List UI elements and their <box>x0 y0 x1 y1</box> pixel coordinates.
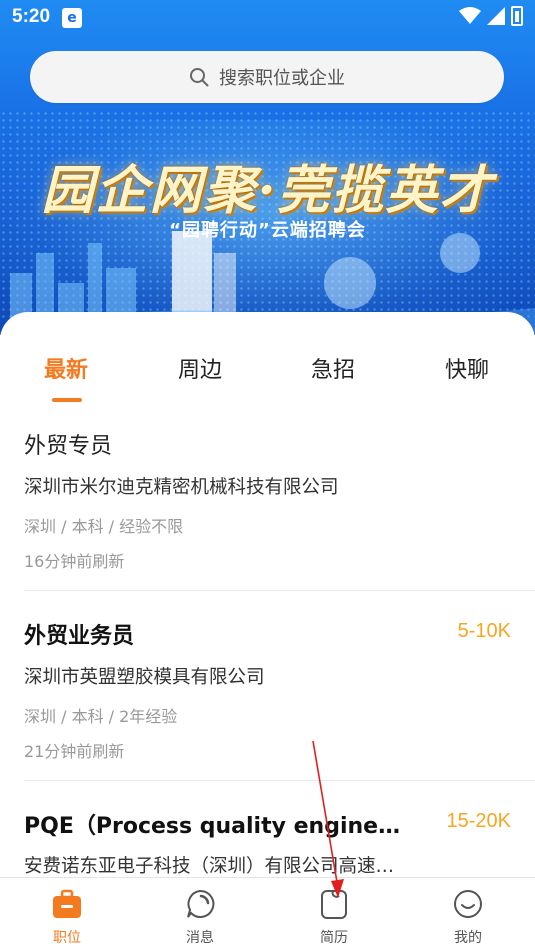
signal-icon <box>487 7 505 25</box>
nav-label: 简历 <box>320 930 348 946</box>
job-salary: 15-20K <box>446 810 512 832</box>
job-refresh-time: 21分钟前刷新 <box>24 742 125 761</box>
nav-jobs[interactable]: 职位 <box>27 878 107 951</box>
banner-subtitle: “园聘行动”云端招聘会 <box>169 220 366 241</box>
divider <box>24 780 535 781</box>
browser-icon: e <box>62 8 82 28</box>
job-company: 深圳市米尔迪克精密机械科技有限公司 <box>24 477 339 498</box>
nav-label: 消息 <box>186 930 214 946</box>
search-icon <box>190 68 209 87</box>
job-card[interactable]: PQE（Process quality engine… 15-20K 安费诺东亚… <box>0 804 535 877</box>
nav-label: 职位 <box>53 930 81 946</box>
promo-banner[interactable]: 园企网聚·莞揽英才 “园聘行动”云端招聘会 <box>0 118 535 333</box>
job-meta: 深圳 / 本科 / 经验不限 <box>24 517 184 536</box>
status-bar: 5:20 e <box>0 0 535 36</box>
chat-icon <box>187 889 215 918</box>
nav-label: 我的 <box>454 930 482 946</box>
resume-icon <box>321 890 347 919</box>
nav-profile[interactable]: 我的 <box>428 878 508 951</box>
hero-header: 5:20 e 搜索职位或企业 园企网聚·莞揽英才 “园聘行动”云端招聘会 <box>0 0 535 335</box>
status-icons <box>459 6 523 26</box>
job-meta: 深圳 / 本科 / 2年经验 <box>24 707 178 726</box>
nav-resume[interactable]: 简历 <box>294 878 374 951</box>
search-placeholder: 搜索职位或企业 <box>219 68 345 89</box>
bottom-nav: 职位 消息 简历 我的 <box>0 877 535 951</box>
briefcase-icon <box>53 889 81 918</box>
banner-title: 园企网聚·莞揽英才 <box>41 160 494 221</box>
nav-messages[interactable]: 消息 <box>160 878 240 951</box>
job-company: 安费诺东亚电子科技（深圳）有限公司高速… <box>24 856 395 877</box>
job-company: 深圳市英盟塑胶模具有限公司 <box>24 667 265 688</box>
job-title: PQE（Process quality engine… <box>24 814 401 839</box>
battery-icon <box>511 6 523 26</box>
tab-latest[interactable]: 最新 <box>44 352 88 384</box>
job-salary: 5-10K <box>457 620 511 642</box>
tab-indicator <box>52 398 82 402</box>
job-card[interactable]: 外贸专员 深圳市米尔迪克精密机械科技有限公司 深圳 / 本科 / 经验不限 16… <box>0 424 535 592</box>
search-input[interactable]: 搜索职位或企业 <box>30 51 504 103</box>
divider <box>24 590 535 591</box>
profile-icon <box>454 890 482 918</box>
tab-urgent[interactable]: 急招 <box>311 352 355 384</box>
wifi-icon <box>459 7 481 24</box>
tab-quick-chat[interactable]: 快聊 <box>445 352 489 384</box>
job-refresh-time: 16分钟前刷新 <box>24 552 125 571</box>
job-title: 外贸业务员 <box>24 624 135 649</box>
status-time: 5:20 <box>12 6 51 27</box>
job-tabs: 最新 周边 急招 快聊 <box>0 352 535 402</box>
job-list-panel: 最新 周边 急招 快聊 外贸专员 深圳市米尔迪克精密机械科技有限公司 深圳 / … <box>0 312 535 877</box>
job-title: 外贸专员 <box>24 434 113 459</box>
job-card[interactable]: 外贸业务员 5-10K 深圳市英盟塑胶模具有限公司 深圳 / 本科 / 2年经验… <box>0 614 535 782</box>
tab-nearby[interactable]: 周边 <box>178 352 222 384</box>
